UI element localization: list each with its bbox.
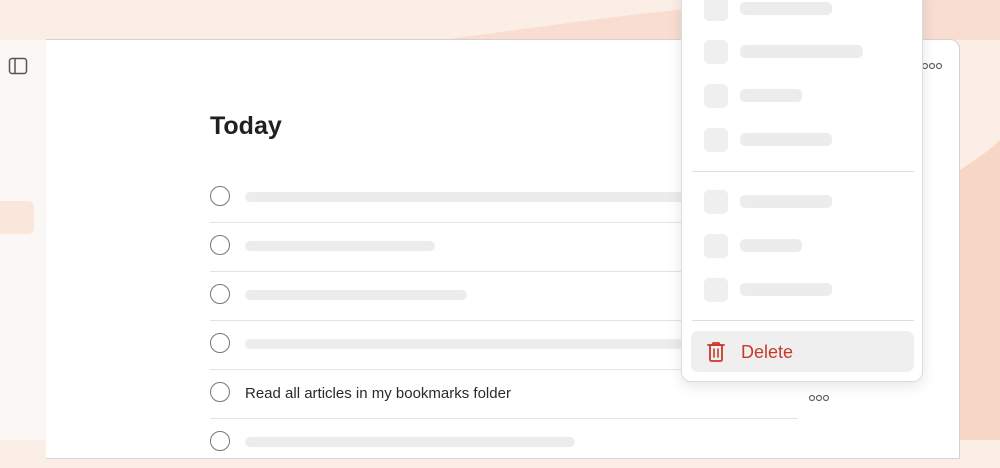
task-placeholder: [245, 192, 685, 202]
task-placeholder: [245, 339, 685, 349]
menu-item-icon: [704, 278, 728, 302]
menu-item-placeholder[interactable]: [692, 120, 914, 160]
menu-item-label-placeholder: [740, 45, 863, 58]
menu-item-label-placeholder: [740, 89, 802, 102]
more-horizontal-icon[interactable]: [808, 392, 830, 404]
menu-item-icon: [704, 84, 728, 108]
task-checkbox[interactable]: [210, 431, 230, 451]
trash-icon: [707, 342, 725, 362]
task-checkbox[interactable]: [210, 186, 230, 206]
menu-item-placeholder[interactable]: [692, 0, 914, 29]
page-title: Today: [210, 112, 282, 140]
delete-label: Delete: [741, 342, 794, 362]
task-checkbox[interactable]: [210, 382, 230, 402]
menu-item-placeholder[interactable]: [692, 182, 914, 222]
task-text: Read all articles in my bookmarks folder: [245, 385, 511, 402]
more-horizontal-icon[interactable]: [921, 58, 943, 74]
menu-item-label-placeholder: [740, 239, 802, 252]
menu-item-placeholder[interactable]: [692, 76, 914, 116]
menu-item-placeholder[interactable]: [692, 270, 914, 310]
menu-item-placeholder[interactable]: [692, 226, 914, 266]
sidebar-item-selected[interactable]: [0, 201, 34, 234]
menu-item-placeholder[interactable]: [692, 32, 914, 72]
menu-item-icon: [704, 128, 728, 152]
task-placeholder: [245, 241, 435, 251]
task-checkbox[interactable]: [210, 235, 230, 255]
task-checkbox[interactable]: [210, 333, 230, 353]
delete-menu-item[interactable]: Delete: [691, 331, 914, 372]
context-menu: Delete: [681, 0, 923, 382]
task-row[interactable]: [210, 419, 798, 468]
menu-divider: [692, 320, 914, 321]
menu-divider: [692, 171, 914, 172]
menu-item-icon: [704, 0, 728, 21]
task-placeholder: [245, 290, 467, 300]
task-placeholder: [245, 437, 575, 447]
menu-item-label-placeholder: [740, 2, 832, 15]
menu-item-label-placeholder: [740, 133, 832, 146]
menu-item-label-placeholder: [740, 283, 832, 296]
menu-item-label-placeholder: [740, 195, 832, 208]
menu-item-icon: [704, 234, 728, 258]
menu-item-icon: [704, 40, 728, 64]
sidebar-toggle-icon[interactable]: [8, 56, 28, 76]
task-checkbox[interactable]: [210, 284, 230, 304]
menu-item-icon: [704, 190, 728, 214]
sidebar: [0, 40, 46, 440]
